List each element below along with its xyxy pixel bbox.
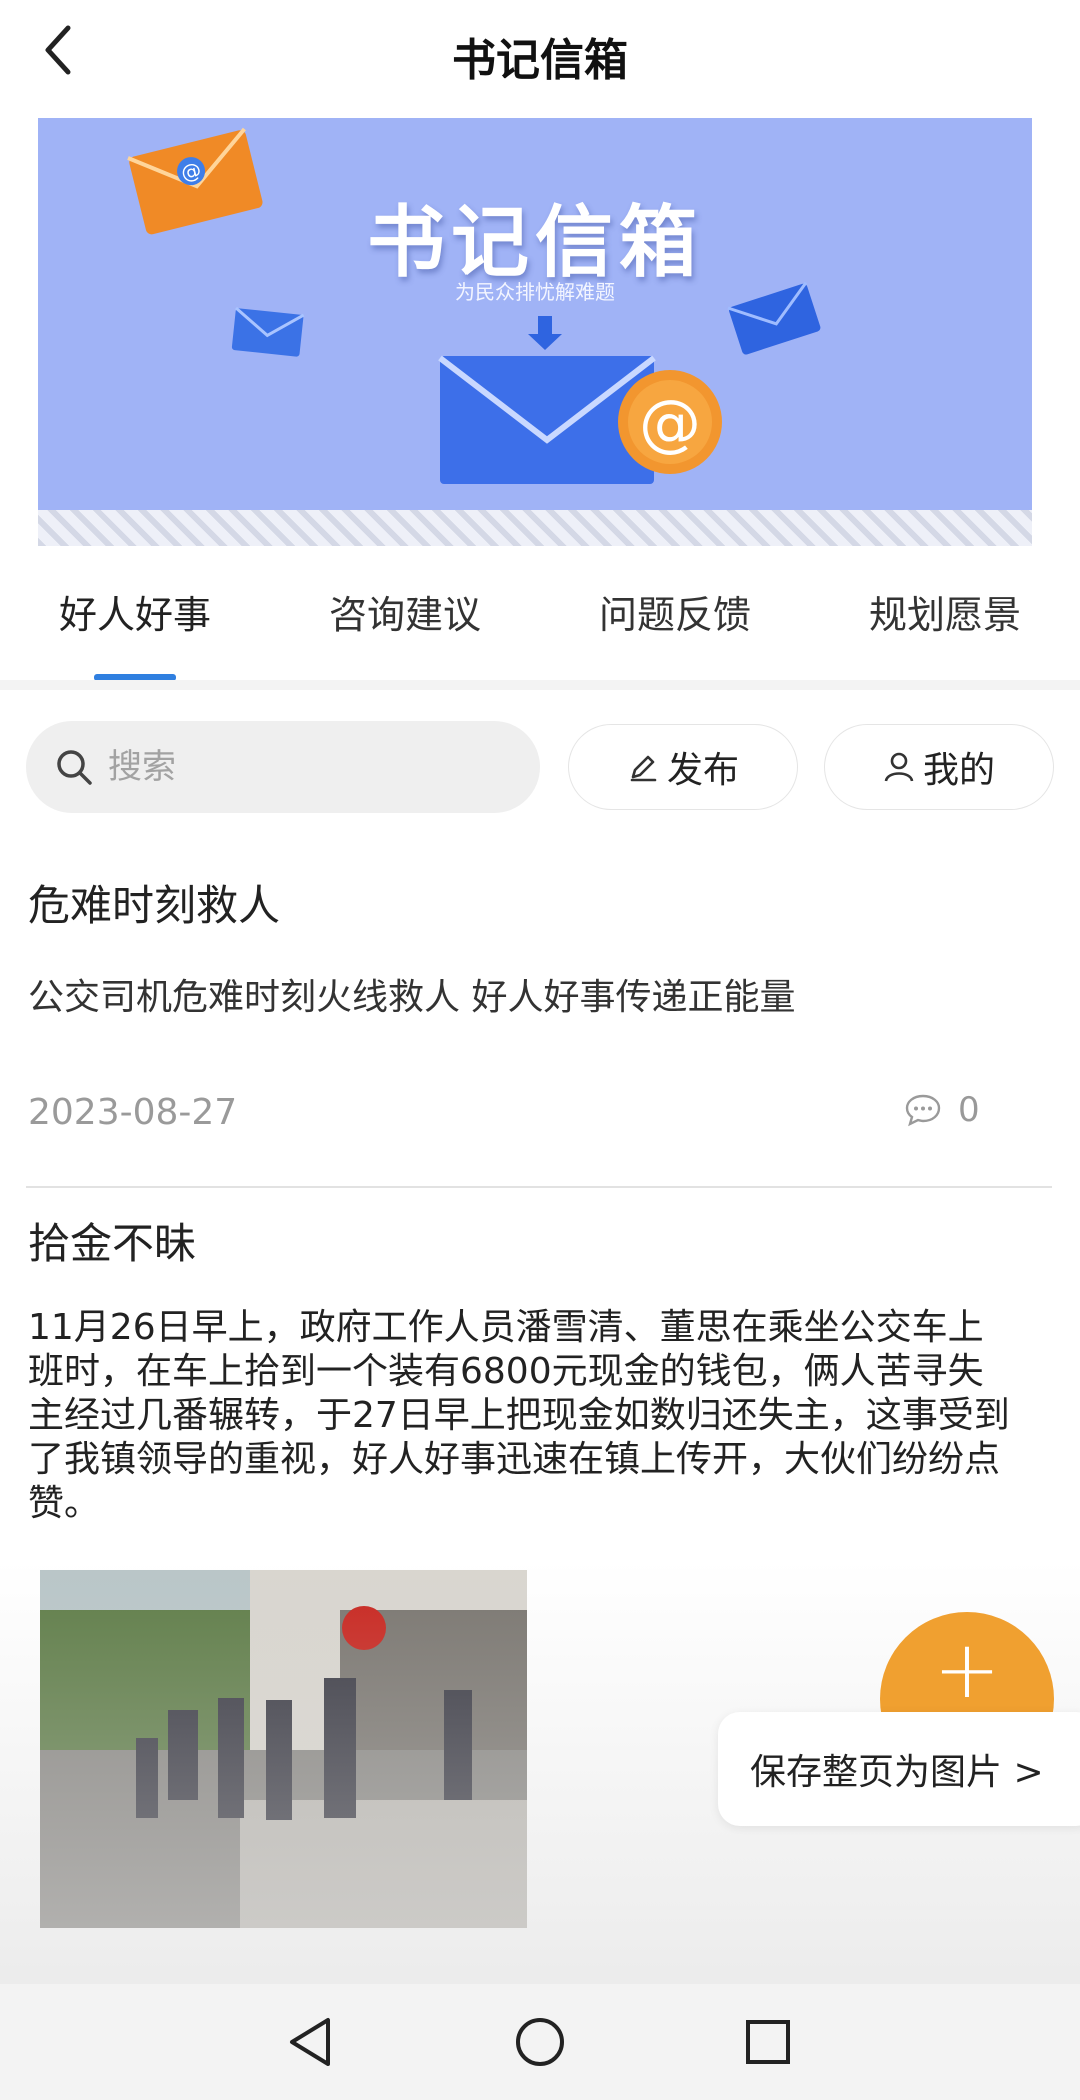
- comment-icon: [905, 1094, 941, 1127]
- post-body-line: 赞。: [28, 1483, 101, 1524]
- post-title[interactable]: 拾金不昧: [28, 1210, 196, 1271]
- comment-count[interactable]: 0: [904, 1090, 980, 1130]
- plus-icon: +: [933, 1623, 1001, 1716]
- post-separator: [26, 1186, 1052, 1188]
- nav-recents-icon: [746, 2020, 790, 2064]
- post-photo[interactable]: [40, 1570, 527, 1928]
- mine-button[interactable]: 我的: [824, 724, 1054, 810]
- photo-scene: [40, 1570, 527, 1928]
- tab-vision[interactable]: 规划愿景: [810, 560, 1080, 680]
- user-icon: [884, 752, 914, 782]
- banner-pattern-strip: [38, 510, 1032, 546]
- mine-label: 我的: [922, 750, 995, 791]
- nav-recents-button[interactable]: [738, 2012, 798, 2072]
- post-title[interactable]: 危难时刻救人: [28, 872, 280, 933]
- post-body-line: 了我镇领导的重视，好人好事迅速在镇上传开，大伙们纷纷点: [28, 1439, 1001, 1480]
- banner-image: @ @ 书记信箱 为民众排忧解难题: [38, 118, 1032, 546]
- comment-count-value: 0: [958, 1090, 980, 1130]
- publish-label: 发布: [666, 750, 739, 791]
- search-input[interactable]: [106, 746, 530, 788]
- system-nav-bar: [0, 1984, 1080, 2100]
- tab-feedback[interactable]: 问题反馈: [540, 560, 810, 680]
- post-summary[interactable]: 公交司机危难时刻火线救人 好人好事传递正能量: [28, 968, 1058, 1020]
- post-body-line: 11月26日早上，政府工作人员潘雪清、董思在乘坐公交车上: [28, 1307, 984, 1348]
- tab-good-deeds[interactable]: 好人好事: [0, 560, 270, 680]
- nav-back-button[interactable]: [280, 2012, 340, 2072]
- search-box[interactable]: [26, 721, 540, 813]
- publish-button[interactable]: 发布: [568, 724, 798, 810]
- search-icon: [57, 750, 92, 785]
- app-header: 书记信箱: [0, 0, 1080, 110]
- edit-icon: [630, 755, 657, 782]
- save-page-as-image-button[interactable]: 保存整页为图片 >: [718, 1712, 1080, 1826]
- post-body-line: 班时，在车上拾到一个装有6800元现金的钱包，俩人苦寻失: [28, 1351, 984, 1392]
- banner-subtitle: 为民众排忧解难题: [455, 280, 615, 304]
- nav-back-icon: [290, 2018, 330, 2066]
- svg-text:@: @: [639, 386, 701, 459]
- tab-consult-suggest[interactable]: 咨询建议: [270, 560, 540, 680]
- page-title: 书记信箱: [452, 35, 628, 86]
- post-body[interactable]: 11月26日早上，政府工作人员潘雪清、董思在乘坐公交车上 班时，在车上拾到一个装…: [28, 1306, 1058, 1526]
- nav-home-icon: [516, 2018, 564, 2066]
- nav-home-button[interactable]: [510, 2012, 570, 2072]
- category-tabs: 好人好事 咨询建议 问题反馈 规划愿景: [0, 560, 1080, 680]
- post-body-line: 主经过几番辗转，于27日早上把现金如数归还失主，这事受到: [28, 1395, 1010, 1436]
- section-divider: [0, 680, 1080, 690]
- post-date: 2023-08-27: [28, 1092, 238, 1133]
